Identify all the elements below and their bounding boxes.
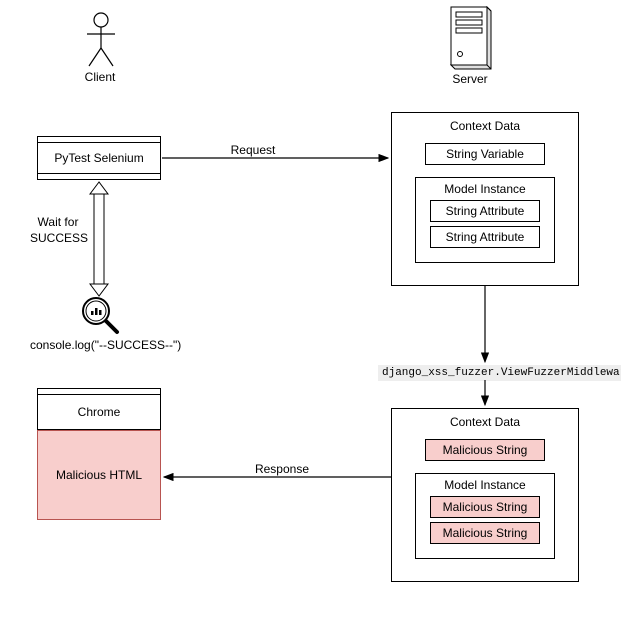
context-data-before: Context Data String Variable Model Insta…: [391, 112, 579, 286]
malicious-attr-1-label: Malicious String: [443, 500, 528, 514]
model-instance-before: Model Instance String Attribute String A…: [415, 177, 555, 263]
malicious-html-label: Malicious HTML: [56, 468, 142, 482]
model-instance-after: Model Instance Malicious String Maliciou…: [415, 473, 555, 559]
context-after-title: Context Data: [392, 409, 578, 429]
model-before-title: Model Instance: [416, 182, 554, 196]
malicious-html-box: Malicious HTML: [37, 430, 161, 520]
context-data-after: Context Data Malicious String Model Inst…: [391, 408, 579, 582]
string-variable-label: String Variable: [446, 147, 524, 161]
pytest-selenium-box: PyTest Selenium: [37, 136, 161, 180]
server-icon: [450, 6, 492, 73]
client-label: Client: [70, 70, 130, 84]
malicious-attr-2-label: Malicious String: [443, 526, 528, 540]
string-attr-2: String Attribute: [430, 226, 540, 248]
magnify-chart-icon: [80, 295, 120, 335]
console-log-label: console.log("--SUCCESS--"): [30, 338, 180, 352]
string-variable-box: String Variable: [425, 143, 545, 165]
malicious-string-top-label: Malicious String: [443, 443, 528, 457]
pytest-selenium-label: PyTest Selenium: [54, 151, 143, 165]
browser-group: Chrome: [37, 388, 161, 430]
server-label: Server: [440, 72, 500, 86]
middleware-label: django_xss_fuzzer.ViewFuzzerMiddleware: [378, 365, 621, 381]
wait-for-success-label: Wait for SUCCESS: [30, 215, 86, 246]
request-arrow-label: Request: [223, 143, 283, 157]
chrome-label: Chrome: [78, 405, 121, 419]
malicious-attr-1: Malicious String: [430, 496, 540, 518]
response-arrow-label: Response: [247, 462, 317, 476]
model-after-title: Model Instance: [416, 478, 554, 492]
malicious-attr-2: Malicious String: [430, 522, 540, 544]
client-actor-icon: [85, 12, 117, 68]
string-attr-1: String Attribute: [430, 200, 540, 222]
string-attr-1-label: String Attribute: [446, 204, 525, 218]
string-attr-2-label: String Attribute: [446, 230, 525, 244]
context-before-title: Context Data: [392, 113, 578, 133]
malicious-string-top: Malicious String: [425, 439, 545, 461]
